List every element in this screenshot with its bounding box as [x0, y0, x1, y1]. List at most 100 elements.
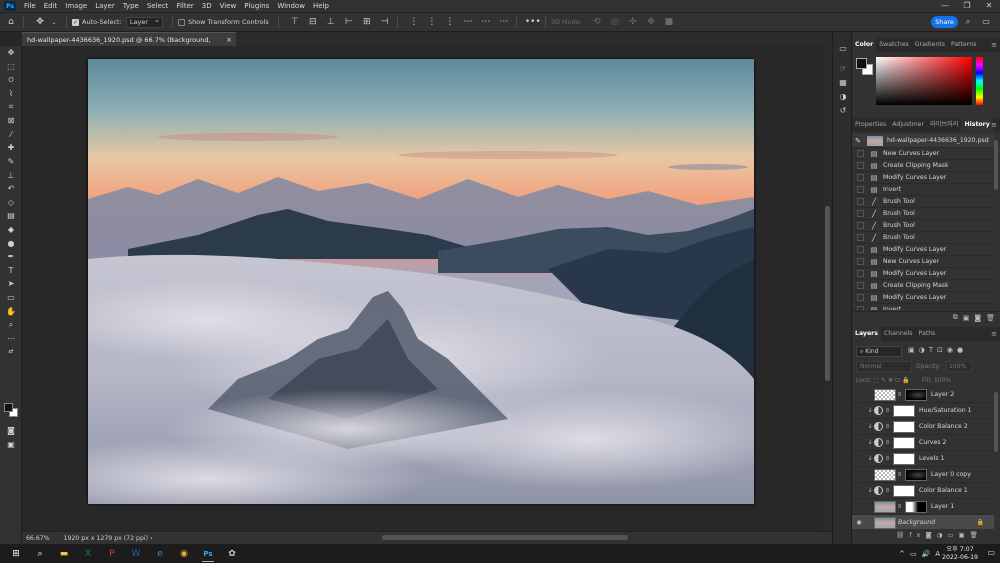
- comments-icon[interactable]: ▭: [833, 42, 853, 56]
- tab-paths[interactable]: Paths: [916, 327, 939, 341]
- align-bottom-icon[interactable]: ⊥: [324, 15, 338, 29]
- vertical-scrollbar[interactable]: [823, 46, 832, 531]
- history-icon[interactable]: ↺: [833, 104, 853, 118]
- history-scroll-thumb[interactable]: [994, 140, 998, 190]
- document-tab[interactable]: hd-wallpaper-4436636_1920.psd @ 66.7% (B…: [22, 32, 236, 58]
- hand-tool-icon[interactable]: ✋: [0, 304, 22, 318]
- history-source-checkbox[interactable]: [857, 198, 864, 205]
- link-icon[interactable]: 8: [898, 392, 903, 398]
- minimize-icon[interactable]: —: [934, 0, 956, 12]
- history-item[interactable]: ╱ Brush Tool: [852, 196, 994, 208]
- history-item[interactable]: ▤ New Curves Layer: [852, 148, 994, 160]
- layer-mask-thumbnail[interactable]: [893, 420, 915, 433]
- distribute-center-icon[interactable]: ⋯: [479, 15, 493, 29]
- move-tool-icon[interactable]: ✥: [33, 15, 47, 29]
- panel-menu-icon[interactable]: ≡: [991, 121, 997, 129]
- quick-select-tool-icon[interactable]: ⌇: [0, 87, 22, 101]
- taskbar-edge-icon[interactable]: e: [150, 544, 170, 563]
- history-item[interactable]: ▤ Create Clipping Mask: [852, 280, 994, 292]
- volume-icon[interactable]: 🔊: [921, 550, 930, 558]
- menu-plugins[interactable]: Plugins: [240, 0, 273, 12]
- menu-file[interactable]: File: [20, 0, 40, 12]
- link-icon[interactable]: 8: [898, 504, 903, 510]
- tab-patterns[interactable]: Patterns: [948, 38, 979, 52]
- history-source-checkbox[interactable]: [857, 222, 864, 229]
- clock[interactable]: 오후 7:07 2022-06-19: [942, 546, 978, 561]
- swap-colors-icon[interactable]: ⇄: [0, 345, 22, 359]
- layer-mask-thumbnail[interactable]: [893, 484, 915, 497]
- history-source-checkbox[interactable]: [857, 186, 864, 193]
- history-source-checkbox[interactable]: [857, 306, 864, 310]
- document-canvas[interactable]: [88, 59, 754, 504]
- link-icon[interactable]: 8: [898, 472, 903, 478]
- new-document-icon[interactable]: ▣: [963, 314, 970, 322]
- tab-history[interactable]: History: [961, 118, 993, 132]
- search-icon[interactable]: ⌕: [962, 16, 974, 28]
- chevron-right-icon[interactable]: ›: [150, 535, 152, 542]
- zoom-level[interactable]: 66.67%: [26, 535, 50, 542]
- history-source-checkbox[interactable]: [857, 294, 864, 301]
- history-item[interactable]: ▤ Invert: [852, 184, 994, 196]
- layer-thumbnail[interactable]: [874, 468, 896, 481]
- align-middle-icon[interactable]: ⊟: [306, 15, 320, 29]
- history-brush-source-icon[interactable]: ✎: [852, 137, 864, 145]
- history-item[interactable]: ╱ Brush Tool: [852, 220, 994, 232]
- layer-row[interactable]: ↓ 8 Levels 1: [852, 451, 994, 467]
- history-item[interactable]: ▤ Modify Curves Layer: [852, 244, 994, 256]
- eyedropper-tool-icon[interactable]: ⁄: [0, 128, 22, 142]
- menu-window[interactable]: Window: [273, 0, 309, 12]
- layer-filter-dropdown[interactable]: ⌕ Kind: [856, 346, 902, 357]
- tab-layers[interactable]: Layers: [852, 327, 881, 341]
- layer-thumbnail[interactable]: [874, 500, 896, 513]
- link-icon[interactable]: 8: [886, 440, 891, 446]
- horizontal-scroll-thumb[interactable]: [382, 535, 628, 540]
- transform-controls-checkbox[interactable]: [177, 18, 185, 26]
- history-snapshot[interactable]: ✎ hd-wallpaper-4436636_1920.psd: [852, 134, 994, 148]
- lasso-tool-icon[interactable]: ଠ: [0, 73, 22, 87]
- taskbar-start-icon[interactable]: ⊞: [6, 544, 26, 563]
- menu-view[interactable]: View: [216, 0, 241, 12]
- history-source-checkbox[interactable]: [857, 174, 864, 181]
- hue-slider[interactable]: [976, 57, 983, 105]
- camera-icon[interactable]: ◙: [974, 314, 981, 322]
- fill-input[interactable]: 100%: [934, 377, 951, 384]
- history-item[interactable]: ▤ Modify Curves Layer: [852, 268, 994, 280]
- align-left-icon[interactable]: ⊢: [342, 15, 356, 29]
- auto-select-checkbox[interactable]: ✓: [72, 18, 79, 26]
- history-source-checkbox[interactable]: [857, 210, 864, 217]
- history-item[interactable]: ▤ Create Clipping Mask: [852, 160, 994, 172]
- menu-select[interactable]: Select: [143, 0, 173, 12]
- history-source-checkbox[interactable]: [857, 234, 864, 241]
- history-item[interactable]: ▤ Modify Curves Layer: [852, 172, 994, 184]
- menu-type[interactable]: Type: [119, 0, 143, 12]
- menu-image[interactable]: Image: [61, 0, 91, 12]
- distribute-top-icon[interactable]: ⋮: [407, 15, 421, 29]
- link-icon[interactable]: 8: [886, 408, 891, 414]
- show-hidden-icons-icon[interactable]: ^: [899, 550, 905, 558]
- move-tool-icon[interactable]: ✥: [0, 46, 22, 60]
- distribute-middle-icon[interactable]: ⋮: [425, 15, 439, 29]
- visibility-toggle-icon[interactable]: ◉: [852, 519, 866, 526]
- history-brush-tool-icon[interactable]: ↶: [0, 182, 22, 196]
- close-icon[interactable]: ✕: [978, 0, 1000, 12]
- frame-tool-icon[interactable]: ⊠: [0, 114, 22, 128]
- link-icon[interactable]: 8: [886, 488, 891, 494]
- layer-mask-thumbnail[interactable]: [893, 452, 915, 465]
- auto-select-dropdown[interactable]: Layer: [125, 16, 163, 28]
- vertical-scroll-thumb[interactable]: [825, 206, 830, 381]
- layers-panel-footer[interactable]: ⛓fx◙◑▭▣🗑: [896, 531, 983, 539]
- chevron-down-icon[interactable]: ⌄: [47, 15, 61, 29]
- menu-filter[interactable]: Filter: [172, 0, 197, 12]
- layer-row[interactable]: 8 Layer 0 copy: [852, 467, 994, 483]
- canvas-area[interactable]: [22, 46, 832, 531]
- panel-menu-icon[interactable]: ≡: [991, 330, 997, 338]
- menu-help[interactable]: Help: [309, 0, 333, 12]
- foreground-color-swatch[interactable]: [4, 403, 13, 412]
- crop-tool-icon[interactable]: ⌗: [0, 100, 22, 114]
- close-tab-icon[interactable]: ×: [226, 33, 232, 47]
- eraser-tool-icon[interactable]: ◇: [0, 196, 22, 210]
- taskbar-chrome-icon[interactable]: ◉: [174, 544, 194, 563]
- gradient-tool-icon[interactable]: ▤: [0, 209, 22, 223]
- tab-swatches[interactable]: Swatches: [876, 38, 912, 52]
- taskbar-misc-icon[interactable]: ✿: [222, 544, 242, 563]
